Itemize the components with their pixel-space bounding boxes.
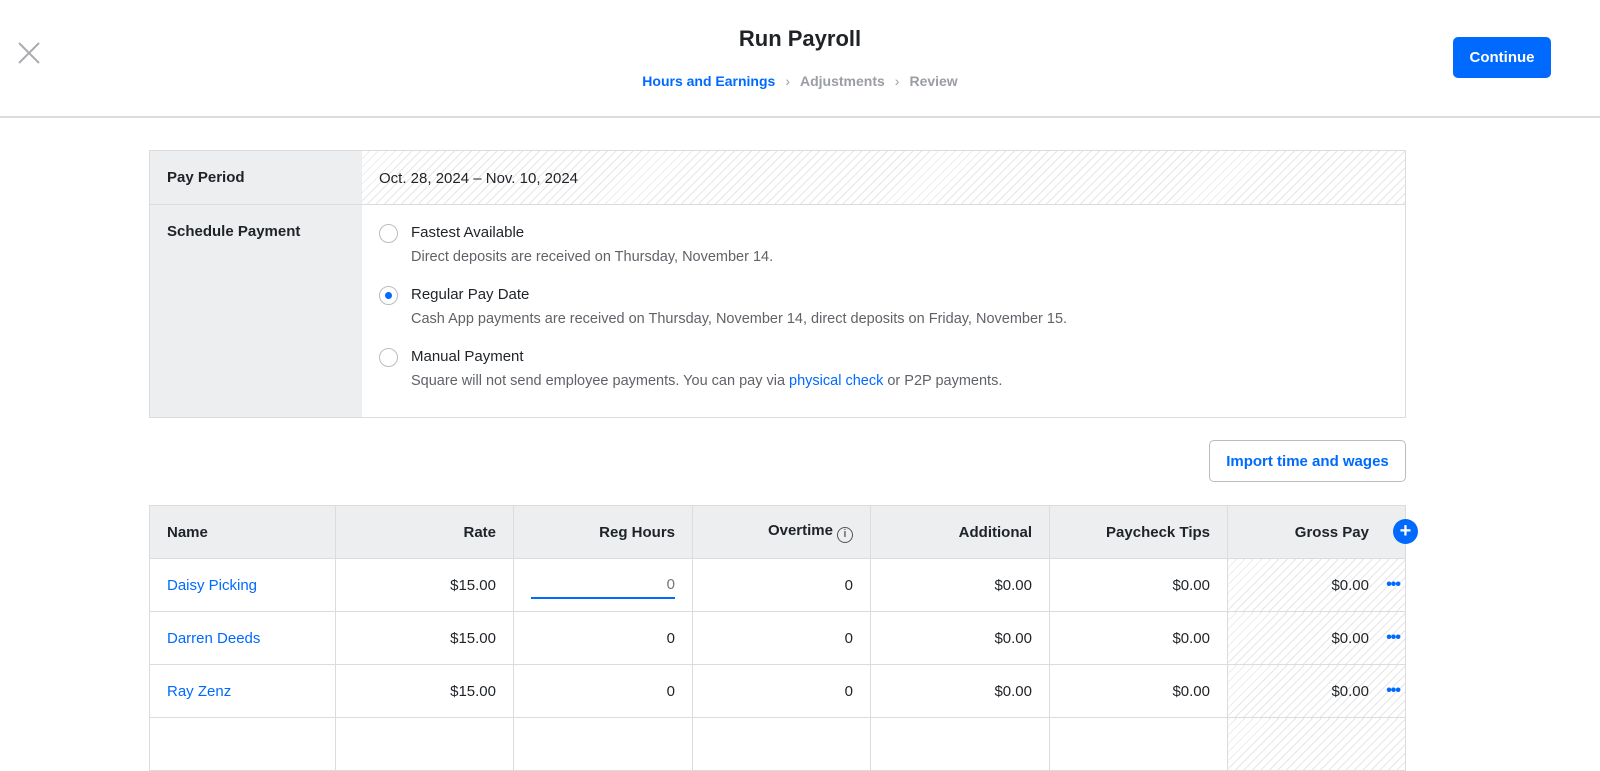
chevron-right-icon: › bbox=[894, 73, 900, 89]
schedule-payment-label: Schedule Payment bbox=[150, 205, 362, 417]
option-title: Manual Payment bbox=[411, 348, 524, 365]
reg-hours-cell[interactable]: 0 bbox=[513, 611, 693, 665]
col-overtime: Overtime i bbox=[692, 505, 871, 559]
paycheck-tips-cell[interactable]: $0.00 bbox=[1049, 611, 1228, 665]
overtime-cell[interactable]: 0 bbox=[692, 664, 871, 718]
more-options-icon[interactable]: ••• bbox=[1386, 576, 1401, 594]
employee-name-link[interactable]: Daisy Picking bbox=[149, 558, 336, 612]
paycheck-tips-cell[interactable]: $0.00 bbox=[1049, 664, 1228, 718]
overtime-cell[interactable]: 0 bbox=[692, 558, 871, 612]
rate-cell: $15.00 bbox=[335, 664, 514, 718]
option-title: Regular Pay Date bbox=[411, 286, 530, 303]
gross-pay-cell: $0.00 ••• bbox=[1227, 611, 1406, 665]
rate-cell: $15.00 bbox=[335, 558, 514, 612]
desc-text: or P2P payments. bbox=[883, 373, 1003, 389]
option-desc: Cash App payments are received on Thursd… bbox=[411, 311, 1068, 327]
col-name: Name bbox=[149, 505, 336, 559]
option-desc: Square will not send employee payments. … bbox=[411, 373, 1002, 389]
additional-cell[interactable]: $0.00 bbox=[870, 558, 1050, 612]
additional-cell[interactable]: $0.00 bbox=[870, 664, 1050, 718]
overtime-label: Overtime bbox=[767, 521, 833, 539]
pay-period-label: Pay Period bbox=[150, 151, 362, 205]
payroll-table: Name Rate Reg Hours Overtime i Additional… bbox=[149, 505, 1406, 771]
table-row bbox=[149, 717, 1406, 771]
physical-check-link[interactable]: physical check bbox=[789, 373, 883, 389]
pay-settings: Pay Period Oct. 28, 2024 – Nov. 10, 2024… bbox=[149, 150, 1406, 418]
continue-button[interactable]: Continue bbox=[1453, 37, 1551, 78]
rate-cell: $15.00 bbox=[335, 611, 514, 665]
col-additional: Additional bbox=[870, 505, 1050, 559]
gross-pay-value: $0.00 bbox=[1331, 629, 1369, 647]
table-row: Daisy Picking $15.00 0 $0.00 $0.00 $0.00… bbox=[149, 558, 1406, 612]
overtime-cell[interactable]: 0 bbox=[692, 611, 871, 665]
col-rate: Rate bbox=[335, 505, 514, 559]
col-reg-hours: Reg Hours bbox=[513, 505, 693, 559]
step-review[interactable]: Review bbox=[909, 73, 957, 89]
radio-fastest[interactable] bbox=[379, 224, 398, 243]
option-title: Fastest Available bbox=[411, 224, 525, 241]
breadcrumb: Hours and Earnings › Adjustments › Review bbox=[0, 73, 1600, 89]
step-hours-and-earnings[interactable]: Hours and Earnings bbox=[642, 73, 775, 89]
gross-pay-value: $0.00 bbox=[1331, 576, 1369, 594]
add-column-plus-icon[interactable]: + bbox=[1393, 519, 1418, 544]
table-row: Ray Zenz $15.00 0 0 $0.00 $0.00 $0.00 ••• bbox=[149, 664, 1406, 718]
more-options-icon[interactable]: ••• bbox=[1386, 682, 1401, 700]
gross-pay-value: $0.00 bbox=[1331, 682, 1369, 700]
gross-pay-cell: $0.00 ••• bbox=[1227, 558, 1406, 612]
page-title: Run Payroll bbox=[738, 26, 862, 51]
col-gross-pay: Gross Pay bbox=[1227, 505, 1406, 559]
more-options-icon[interactable]: ••• bbox=[1386, 629, 1401, 647]
additional-cell[interactable]: $0.00 bbox=[870, 611, 1050, 665]
radio-manual[interactable] bbox=[379, 348, 398, 367]
step-adjustments[interactable]: Adjustments bbox=[800, 73, 885, 89]
reg-hours-cell[interactable] bbox=[513, 558, 693, 612]
import-time-and-wages-button[interactable]: Import time and wages bbox=[1209, 440, 1406, 482]
col-paycheck-tips: Paycheck Tips bbox=[1049, 505, 1228, 559]
reg-hours-input[interactable] bbox=[531, 571, 675, 599]
header: Run Payroll Hours and Earnings › Adjustmen… bbox=[0, 0, 1600, 118]
radio-regular[interactable] bbox=[379, 286, 398, 305]
gross-pay-cell: $0.00 ••• bbox=[1227, 664, 1406, 718]
employee-name-link[interactable]: Darren Deeds bbox=[149, 611, 336, 665]
option-desc: Direct deposits are received on Thursday… bbox=[411, 249, 774, 265]
employee-name-link[interactable]: Ray Zenz bbox=[149, 664, 336, 718]
pay-period-value: Oct. 28, 2024 – Nov. 10, 2024 bbox=[362, 151, 1405, 205]
chevron-right-icon: › bbox=[785, 73, 790, 89]
reg-hours-cell[interactable]: 0 bbox=[513, 664, 693, 718]
paycheck-tips-cell[interactable]: $0.00 bbox=[1049, 558, 1228, 612]
table-row: Darren Deeds $15.00 0 0 $0.00 $0.00 $0.00… bbox=[149, 611, 1406, 665]
info-icon[interactable]: i bbox=[837, 526, 853, 543]
desc-text: Square will not send employee payments. … bbox=[411, 373, 790, 389]
